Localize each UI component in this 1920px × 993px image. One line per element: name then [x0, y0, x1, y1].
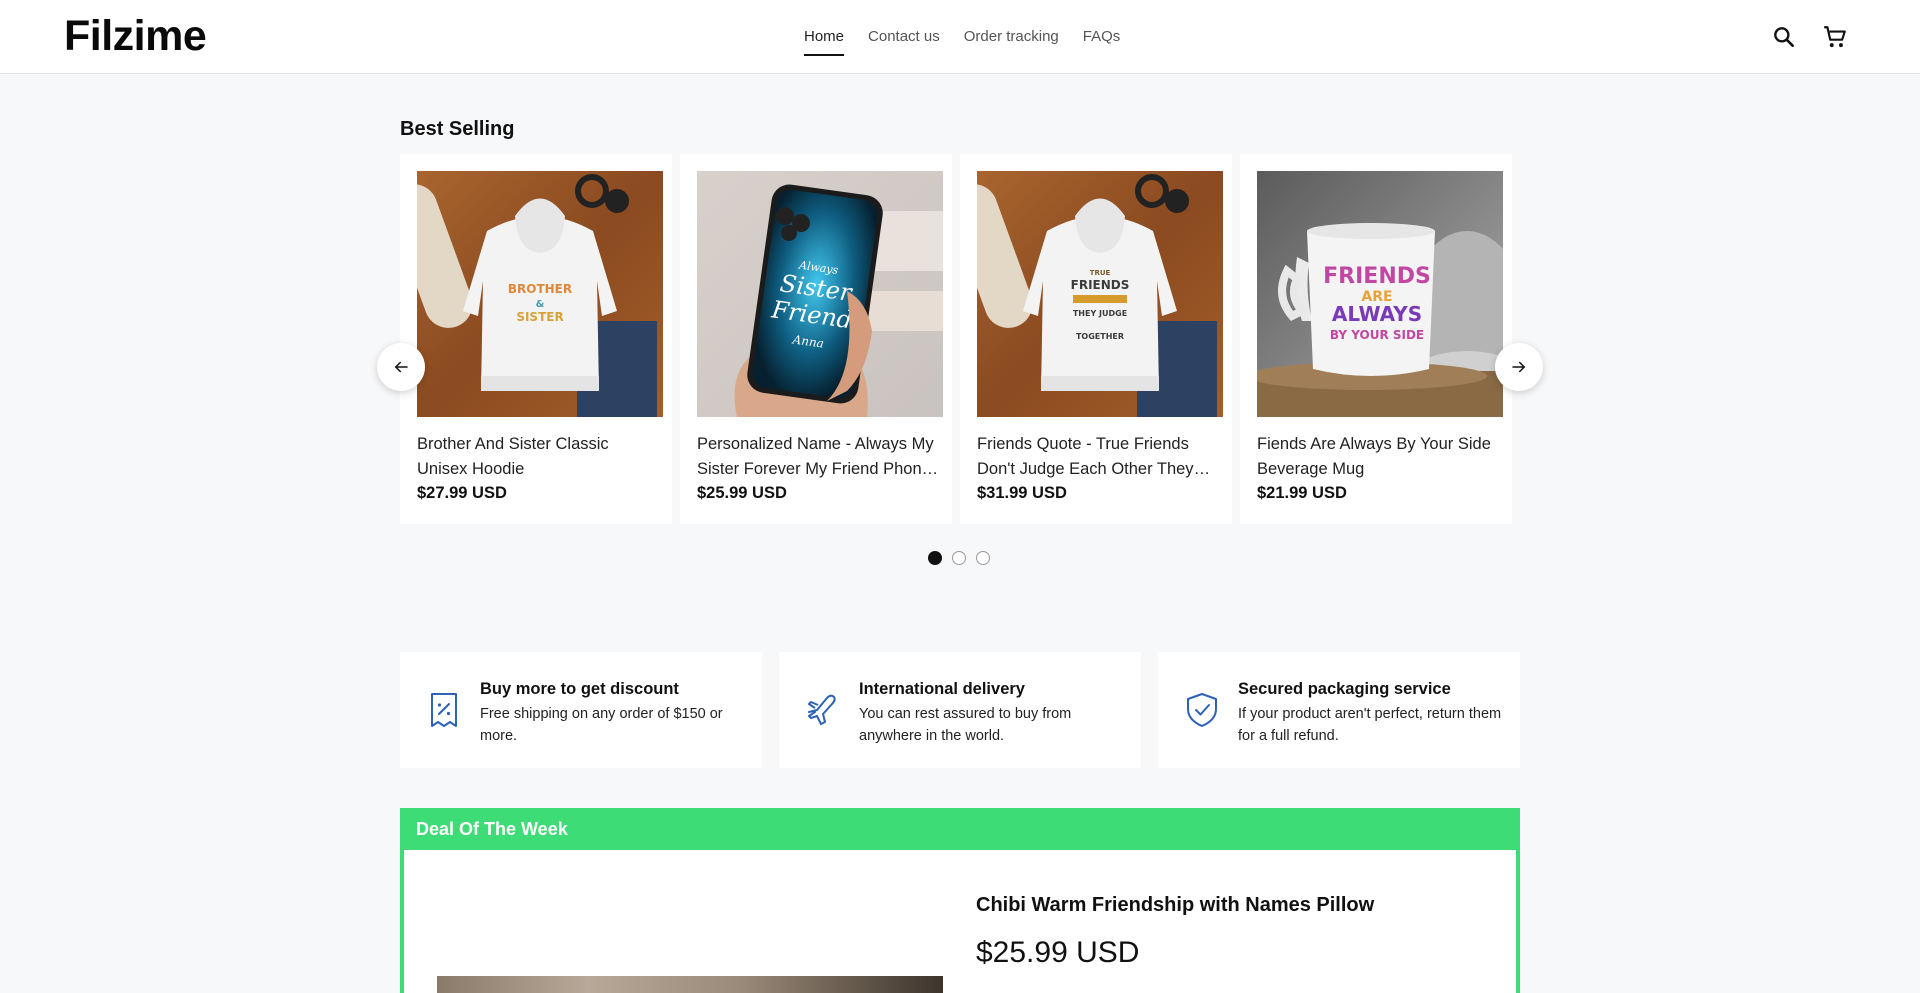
feature-discount: Buy more to get discount Free shipping o…	[400, 652, 762, 768]
hoodie-print-text: FRIENDS	[1071, 278, 1130, 292]
feature-title: Buy more to get discount	[480, 680, 679, 698]
product-card[interactable]: BROTHER & SISTER Brother And Sister Clas…	[400, 154, 672, 524]
carousel-prev-button[interactable]	[377, 343, 425, 391]
feature-description: If your product aren't perfect, return t…	[1238, 706, 1502, 744]
deal-product-name[interactable]: Chibi Warm Friendship with Names Pillow	[976, 894, 1374, 917]
feature-title: International delivery	[859, 680, 1025, 698]
carousel-next-button[interactable]	[1495, 343, 1543, 391]
discount-tag-icon	[431, 693, 457, 727]
mug-print-text: FRIENDS	[1323, 264, 1431, 289]
hoodie-print-text: BROTHER	[508, 282, 572, 296]
product-price: $25.99 USD	[697, 484, 787, 502]
product-price: $31.99 USD	[977, 484, 1067, 502]
feature-title: Secured packaging service	[1238, 680, 1451, 698]
deal-header: Deal Of The Week	[404, 812, 1516, 850]
hoodie-print-text: &	[536, 299, 545, 310]
product-name[interactable]: Brother And Sister Classic Unisex Hoodie	[417, 432, 663, 482]
product-image-hoodie[interactable]: TRUE FRIENDS THEY JUDGE TOGETHER	[977, 171, 1223, 417]
product-card[interactable]: Always Sister Friend Anna Personalized N…	[680, 154, 952, 524]
feature-international-delivery: International delivery You can rest assu…	[779, 652, 1141, 768]
product-image-hoodie[interactable]: BROTHER & SISTER	[417, 171, 663, 417]
site-header: Filzime Home Contact us Order tracking F…	[0, 0, 1920, 74]
product-name[interactable]: Fiends Are Always By Your Side Beverage …	[1257, 432, 1503, 482]
search-icon[interactable]	[1771, 24, 1797, 50]
carousel-dot-3[interactable]	[976, 551, 990, 565]
shield-check-icon	[1187, 693, 1217, 727]
mug-print-text: ALWAYS	[1332, 302, 1422, 326]
mug-print-text: BY YOUR SIDE	[1330, 328, 1424, 342]
hoodie-print-text: SISTER	[516, 310, 563, 324]
product-card[interactable]: FRIENDS ARE ALWAYS BY YOUR SIDE Fiends A…	[1240, 154, 1512, 524]
product-carousel: BROTHER & SISTER Brother And Sister Clas…	[400, 154, 1520, 524]
best-selling-title: Best Selling	[400, 118, 515, 140]
product-price: $21.99 USD	[1257, 484, 1347, 502]
deal-heading: Deal Of The Week	[416, 819, 568, 839]
deal-product-price: $25.99 USD	[976, 936, 1140, 969]
arrow-right-icon	[1512, 361, 1525, 373]
arrow-left-icon	[395, 361, 408, 373]
hoodie-print-text: TRUE	[1090, 269, 1111, 277]
airplane-icon	[808, 694, 836, 725]
product-image-mug[interactable]: FRIENDS ARE ALWAYS BY YOUR SIDE	[1257, 171, 1503, 417]
nav-faqs[interactable]: FAQs	[1083, 0, 1121, 74]
deal-of-the-week: Deal Of The Week Chibi Warm Friendship w…	[400, 808, 1520, 993]
product-image-phone-case[interactable]: Always Sister Friend Anna	[697, 171, 943, 417]
product-name[interactable]: Friends Quote - True Friends Don't Judge…	[977, 432, 1223, 482]
hoodie-print-text: TOGETHER	[1076, 332, 1124, 341]
product-price: $27.99 USD	[417, 484, 507, 502]
product-card[interactable]: TRUE FRIENDS THEY JUDGE TOGETHER Friends…	[960, 154, 1232, 524]
feature-secured-packaging: Secured packaging service If your produc…	[1158, 652, 1520, 768]
carousel-dot-1[interactable]	[928, 551, 942, 565]
site-logo[interactable]: Filzime	[64, 12, 207, 61]
nav-home[interactable]: Home	[804, 0, 845, 74]
feature-description: You can rest assured to buy from anywher…	[859, 706, 1072, 744]
cart-icon[interactable]	[1822, 24, 1848, 50]
product-name[interactable]: Personalized Name - Always My Sister For…	[697, 432, 943, 482]
carousel-dot-2[interactable]	[952, 551, 966, 565]
hoodie-print-text: THEY JUDGE	[1073, 309, 1127, 318]
main-nav: Home Contact us Order tracking FAQs	[804, 0, 1120, 74]
nav-contact-us[interactable]: Contact us	[868, 0, 940, 74]
carousel-pagination	[928, 551, 990, 565]
deal-product-image[interactable]	[437, 976, 943, 993]
feature-description: Free shipping on any order of $150 or mo…	[480, 706, 723, 744]
nav-order-tracking[interactable]: Order tracking	[964, 0, 1059, 74]
